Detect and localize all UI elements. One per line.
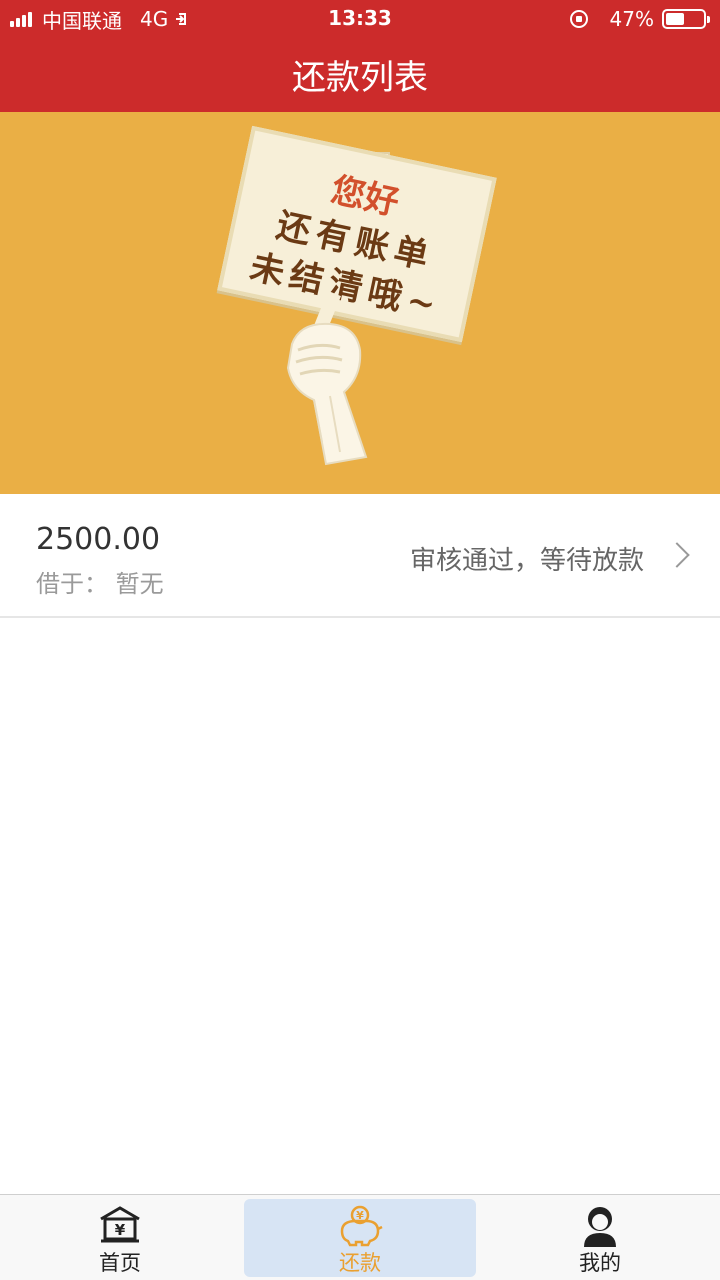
bank-icon: ¥	[100, 1206, 140, 1243]
tab-home-label: 首页	[99, 1251, 141, 1275]
loan-status: 审核通过，等待放款	[409, 546, 644, 576]
unpaid-bill-banner: 您好 还有账单 未结清哦~	[0, 112, 720, 494]
chevron-right-icon	[664, 542, 690, 568]
svg-text:¥: ¥	[115, 1221, 126, 1239]
tab-repayment-label: 还款	[339, 1251, 381, 1275]
loan-list-item[interactable]: 2500.00 借于： 暂无 审核通过，等待放款	[0, 494, 720, 618]
bottom-tab-bar: ¥ 首页 ¥ 还款 我的	[0, 1194, 720, 1280]
tab-repayment[interactable]: ¥ 还款	[244, 1199, 476, 1277]
user-icon	[584, 1207, 616, 1247]
app-header: 中国联通 4G 13:33 47% 还款列表	[0, 0, 720, 112]
battery-percent: 47%	[609, 7, 654, 31]
tab-home[interactable]: ¥ 首页	[4, 1199, 236, 1277]
page-title: 还款列表	[292, 58, 428, 98]
hand-holding-sign-illustration	[286, 292, 368, 466]
tab-mine[interactable]: 我的	[484, 1199, 716, 1277]
tab-mine-label: 我的	[579, 1251, 621, 1275]
loan-lender: 借于： 暂无	[36, 570, 164, 598]
piggy-bank-icon: ¥	[340, 1205, 383, 1247]
status-bar: 中国联通 4G 13:33 47%	[0, 0, 720, 38]
loan-amount: 2500.00	[36, 522, 161, 557]
battery-icon	[662, 9, 710, 29]
rotation-lock-icon	[569, 10, 588, 28]
